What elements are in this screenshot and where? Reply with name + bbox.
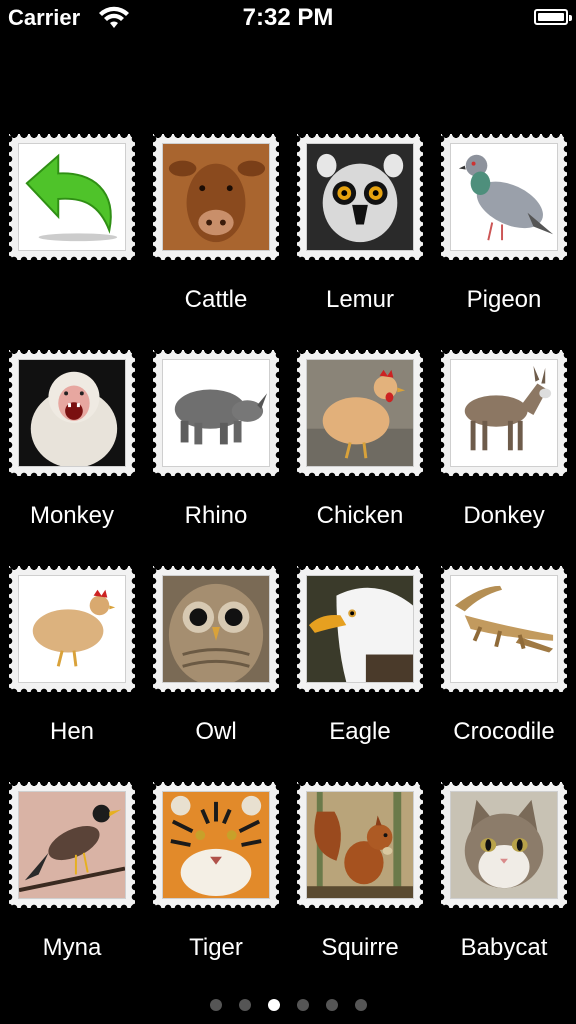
stamp-frame[interactable] [9, 350, 135, 476]
grid-item-label: Pigeon [466, 286, 542, 313]
lemur-image [307, 144, 413, 250]
stamp-frame[interactable] [441, 782, 567, 908]
page-dot[interactable] [238, 999, 251, 1011]
grid-item-label: Rhino [184, 502, 248, 529]
battery-icon [534, 9, 572, 25]
grid-item-label: Squirre [321, 934, 399, 961]
stamp-frame[interactable] [297, 566, 423, 692]
tiger-image [163, 792, 269, 898]
stamp-frame[interactable] [153, 134, 279, 260]
stamp-frame[interactable] [9, 134, 135, 260]
myna-image [19, 792, 125, 898]
stamp-frame[interactable] [153, 782, 279, 908]
grid-item-label: Cattle [184, 286, 248, 313]
crocodile-image [451, 576, 557, 682]
grid-item-label: Hen [49, 718, 95, 745]
grid-item-label: Myna [42, 934, 102, 961]
grid-item-label: Monkey [29, 502, 115, 529]
stamp-frame[interactable] [441, 566, 567, 692]
grid-item-label: Babycat [460, 934, 548, 961]
status-bar: Carrier 7:32 PM [0, 0, 576, 40]
page-dot-active[interactable] [267, 999, 280, 1011]
monkey-image [19, 360, 125, 466]
stamp-frame[interactable] [441, 134, 567, 260]
grid-item-label: Donkey [463, 502, 545, 529]
grid-item-label: Tiger [189, 934, 243, 961]
page-dot[interactable] [209, 999, 222, 1011]
hen-image [19, 576, 125, 682]
grid-item-label: Owl [195, 718, 237, 745]
stamp-frame[interactable] [153, 350, 279, 476]
page-dot[interactable] [296, 999, 309, 1011]
grid-item-label: Chicken [316, 502, 404, 529]
stamp-frame[interactable] [9, 782, 135, 908]
chicken-image [307, 360, 413, 466]
back-arrow-icon [25, 153, 118, 242]
stamp-frame[interactable] [297, 782, 423, 908]
eagle-image [307, 576, 413, 682]
stamp-frame[interactable] [153, 566, 279, 692]
page-dot[interactable] [354, 999, 367, 1011]
babycat-image [451, 792, 557, 898]
page-indicator[interactable] [0, 999, 576, 1011]
donkey-image [451, 360, 557, 466]
grid-item-label: Lemur [325, 286, 395, 313]
grid-item-label: Eagle [329, 718, 391, 745]
clock: 7:32 PM [242, 4, 334, 31]
stamp-frame[interactable] [297, 350, 423, 476]
stamp-frame[interactable] [9, 566, 135, 692]
pigeon-image [451, 144, 557, 250]
stamp-frame[interactable] [441, 350, 567, 476]
cattle-image [163, 144, 269, 250]
squirrel-image [307, 792, 413, 898]
owl-image [163, 576, 269, 682]
stamp-frame[interactable] [297, 134, 423, 260]
rhino-image [163, 360, 269, 466]
page-dot[interactable] [325, 999, 338, 1011]
grid-item-label: Crocodile [453, 718, 555, 745]
